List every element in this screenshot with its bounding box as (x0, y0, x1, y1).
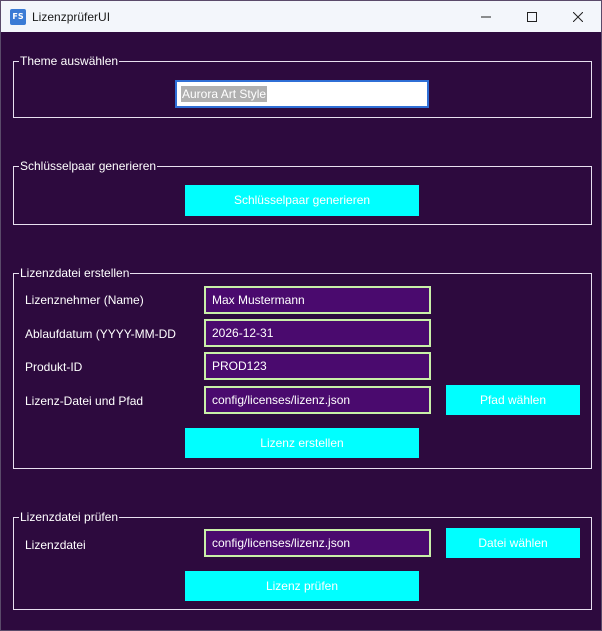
window-title: LizenzprüferUI (32, 9, 111, 24)
theme-group: Theme auswählen Aurora Art Style (13, 53, 592, 118)
create-license-group: Lizenzdatei erstellen Lizenznehmer (Name… (13, 265, 592, 469)
minimize-button[interactable] (463, 1, 509, 32)
license-file-label: Lizenzdatei (25, 538, 86, 552)
theme-select[interactable]: Aurora Art Style (175, 80, 429, 108)
choose-path-button[interactable]: Pfad wählen (446, 385, 580, 415)
minimize-icon (481, 16, 491, 17)
theme-select-value: Aurora Art Style (181, 86, 268, 102)
expiry-label: Ablaufdatum (YYYY-MM-DD (25, 327, 176, 341)
license-path-input[interactable]: config/licenses/lizenz.json (204, 386, 431, 414)
keypair-group-legend: Schlüsselpaar generieren (19, 158, 158, 174)
create-license-legend: Lizenzdatei erstellen (19, 265, 131, 281)
check-license-button[interactable]: Lizenz prüfen (185, 571, 419, 601)
title-bar[interactable]: FS LizenzprüferUI (1, 1, 601, 32)
window-controls (463, 1, 601, 32)
licensee-input[interactable]: Max Mustermann (204, 286, 431, 314)
check-license-group: Lizenzdatei prüfen Lizenzdatei config/li… (13, 509, 592, 610)
license-file-input[interactable]: config/licenses/lizenz.json (204, 529, 431, 557)
theme-group-legend: Theme auswählen (19, 53, 120, 69)
product-id-label: Produkt-ID (25, 360, 83, 374)
check-license-legend: Lizenzdatei prüfen (19, 509, 120, 525)
app-window: FS LizenzprüferUI Theme auswählen Aurora… (0, 0, 602, 631)
product-id-input[interactable]: PROD123 (204, 352, 431, 380)
create-license-button[interactable]: Lizenz erstellen (185, 428, 419, 458)
licensee-label: Lizenznehmer (Name) (25, 293, 144, 307)
app-icon: FS (10, 8, 26, 25)
maximize-button[interactable] (509, 1, 555, 32)
generate-keypair-button[interactable]: Schlüsselpaar generieren (185, 185, 419, 216)
close-icon (573, 11, 583, 22)
expiry-input[interactable]: 2026-12-31 (204, 319, 431, 347)
maximize-icon (527, 11, 537, 22)
close-button[interactable] (555, 1, 601, 32)
keypair-group: Schlüsselpaar generieren Schlüsselpaar g… (13, 158, 592, 225)
choose-file-button[interactable]: Datei wählen (446, 528, 580, 558)
license-path-label: Lizenz-Datei und Pfad (25, 394, 144, 408)
